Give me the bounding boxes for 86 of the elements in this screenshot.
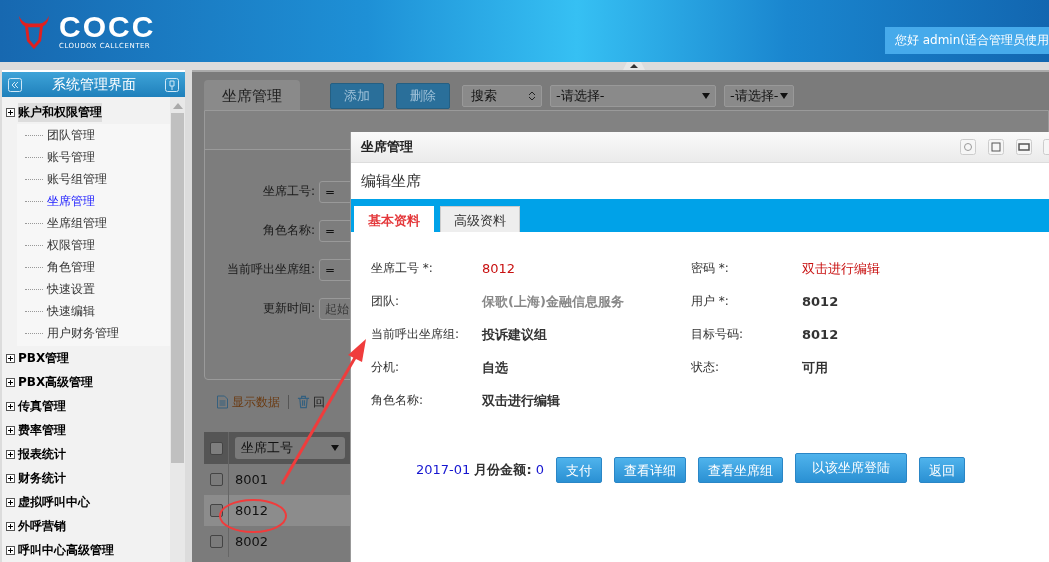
checkbox[interactable] — [209, 535, 223, 548]
field-label: 状态: — [691, 359, 721, 376]
field-value[interactable]: 8012 — [802, 294, 1049, 309]
expand-icon[interactable] — [6, 377, 15, 387]
caret-icon — [702, 93, 710, 99]
highlight-ellipse — [219, 499, 287, 533]
field-value[interactable]: 双击进行编辑 — [802, 259, 1049, 278]
field-value[interactable]: 投诉建议组 — [482, 325, 691, 344]
sidebar-submenu-item[interactable]: 用户财务管理 — [47, 324, 119, 342]
filter-dropdown[interactable]: -请选择- — [724, 85, 794, 107]
expand-icon[interactable] — [6, 353, 15, 363]
scrollbar-thumb[interactable] — [171, 113, 184, 463]
form-label: 当前呼出坐席组: — [225, 261, 315, 278]
expand-icon[interactable] — [6, 497, 15, 507]
field-value[interactable]: 可用 — [802, 358, 1049, 377]
sidebar-submenu-item[interactable]: 坐席管理 — [47, 192, 95, 210]
form-label: 角色名称: — [261, 222, 315, 239]
field-value[interactable]: 双击进行编辑 — [482, 391, 691, 410]
field-label: 密码 *: — [691, 260, 730, 277]
pin-icon[interactable] — [165, 77, 179, 92]
sidebar-menu-item[interactable]: 虚拟呼叫中心 — [18, 493, 90, 511]
sidebar-title: 系统管理界面 — [51, 75, 136, 94]
collapse-handle-icon[interactable] — [622, 62, 645, 70]
search-dropdown[interactable]: 搜索 — [462, 85, 542, 107]
field-value[interactable]: 8012 — [482, 261, 691, 276]
sidebar-submenu-item[interactable]: 团队管理 — [47, 126, 95, 144]
expand-icon[interactable] — [6, 425, 15, 435]
sidebar-menu-item[interactable]: 外呼营销 — [18, 517, 66, 535]
tab[interactable]: 高级资料 — [440, 206, 520, 232]
scrollbar[interactable] — [170, 97, 185, 562]
field-value[interactable]: 自选 — [482, 358, 691, 377]
expand-icon[interactable] — [6, 449, 15, 459]
collapse-left-icon[interactable] — [8, 77, 22, 92]
page-tab[interactable]: 坐席管理 — [204, 80, 300, 110]
expand-icon[interactable] — [6, 473, 15, 483]
restore-icon[interactable] — [1016, 139, 1032, 155]
field-value[interactable]: 保歌(上海)金融信息服务 — [482, 292, 691, 311]
trash-icon — [297, 395, 310, 409]
checkbox[interactable] — [209, 441, 223, 455]
field-label: 用户 *: — [691, 293, 730, 310]
sidebar-menu-item[interactable]: 呼叫中心高级管理 — [18, 541, 114, 559]
caret-icon — [780, 93, 788, 99]
tab[interactable]: 基本资料 — [354, 206, 434, 232]
column-header-dropdown[interactable]: 坐席工号 — [235, 437, 345, 459]
field-label: 角色名称: — [371, 392, 425, 409]
expand-icon[interactable] — [6, 401, 15, 411]
expand-icon[interactable] — [6, 521, 15, 531]
minimize-icon[interactable] — [960, 139, 976, 155]
sidebar-submenu-item[interactable]: 快速编辑 — [47, 302, 95, 320]
sidebar-menu-item[interactable]: 账户和权限管理 — [18, 102, 102, 122]
sidebar-submenu-item[interactable]: 坐席组管理 — [47, 214, 107, 232]
table-cell: 8012 — [235, 503, 269, 518]
caret-icon — [331, 445, 339, 451]
table-cell: 8001 — [235, 472, 269, 487]
expand-icon[interactable] — [6, 107, 15, 117]
checkbox[interactable] — [209, 504, 223, 517]
logo-text: COCC — [59, 12, 156, 42]
sidebar-menu-item[interactable]: 费率管理 — [18, 421, 66, 439]
expand-icon[interactable] — [6, 545, 15, 555]
filter-dropdown[interactable]: -请选择- — [550, 85, 716, 107]
sidebar-submenu-item[interactable]: 账号组管理 — [47, 170, 107, 188]
sidebar-submenu-item[interactable]: 角色管理 — [47, 258, 95, 276]
sidebar-menu-item[interactable]: PBX高级管理 — [18, 373, 94, 391]
table-cell: 8002 — [235, 534, 269, 549]
maximize-icon[interactable] — [988, 139, 1004, 155]
form-label: 坐席工号: — [261, 183, 315, 200]
sidebar-menu-item[interactable]: 报表统计 — [18, 445, 66, 463]
field-label: 目标号码: — [691, 326, 745, 343]
sidebar-submenu-item[interactable]: 账号管理 — [47, 148, 95, 166]
sidebar-menu-item[interactable]: PBX管理 — [18, 349, 70, 367]
field-label: 分机: — [371, 359, 401, 376]
greeting-text: 您好 admin(适合管理员使用 — [884, 26, 1049, 54]
sidebar-menu-item[interactable]: 传真管理 — [18, 397, 66, 415]
document-icon — [216, 395, 229, 409]
balance-text: 2017-01 月份金额: 0 — [416, 461, 545, 479]
checkbox[interactable] — [209, 473, 223, 486]
field-value[interactable]: 8012 — [802, 327, 1049, 342]
sidebar-menu-item[interactable]: 财务统计 — [18, 469, 66, 487]
chevron-icon — [528, 91, 536, 101]
sidebar-submenu-item[interactable]: 权限管理 — [47, 236, 95, 254]
sidebar-submenu-item[interactable]: 快速设置 — [47, 280, 95, 298]
action-link[interactable]: 回 — [313, 393, 325, 411]
field-label: 当前呼出坐席组: — [371, 326, 461, 343]
form-label: 更新时间: — [261, 300, 315, 317]
table-row[interactable]: 8012 — [204, 495, 350, 526]
dialog-title: 坐席管理 — [361, 138, 413, 156]
